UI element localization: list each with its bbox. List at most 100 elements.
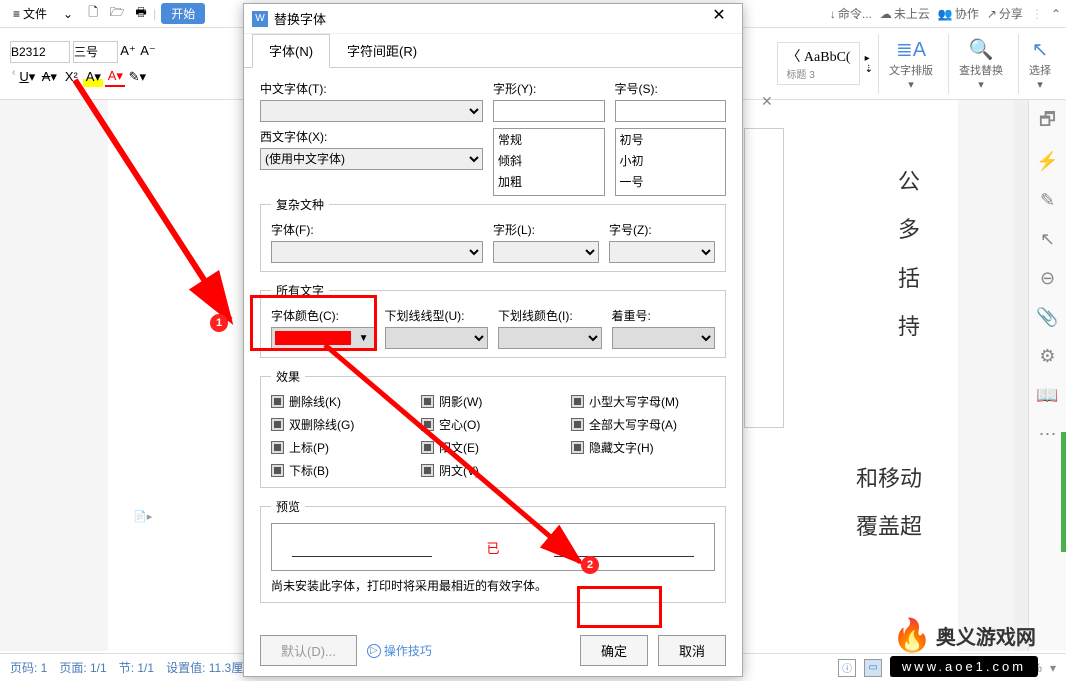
size-input[interactable] xyxy=(615,100,727,122)
color-swatch-red xyxy=(275,331,351,345)
highlight-btn[interactable]: A▾ xyxy=(83,67,103,87)
underline-color-select[interactable] xyxy=(498,327,602,349)
annotation-badge-2: 2 xyxy=(581,556,599,574)
style-input[interactable] xyxy=(493,100,605,122)
page-indicator-icon: 📄▸ xyxy=(133,510,152,523)
superscript-check[interactable]: 上标(P) xyxy=(271,439,415,456)
dialog-w-icon: W xyxy=(252,11,268,27)
font-color-dropdown[interactable]: ▼ xyxy=(271,327,375,349)
style-listbox[interactable]: 常规 倾斜 加粗 xyxy=(493,128,605,196)
coop-btn[interactable]: 👥 协作 xyxy=(938,5,979,22)
strikethrough-check[interactable]: 删除线(K) xyxy=(271,393,415,410)
sidebar-settings-icon[interactable]: ⊖ xyxy=(1036,266,1060,290)
status-page[interactable]: 页面: 1/1 xyxy=(59,659,106,676)
all-caps-check[interactable]: 全部大写字母(A) xyxy=(571,416,715,433)
chinese-font-select[interactable] xyxy=(260,100,483,122)
style-preview[interactable]: 〈 AaBbC( 标题 3 xyxy=(777,42,859,85)
sidebar-app-icon[interactable]: 🗗 xyxy=(1036,110,1060,134)
complex-font-select[interactable] xyxy=(271,241,483,263)
complex-size-label: 字号(Z): xyxy=(609,221,715,238)
status-section[interactable]: 节: 1/1 xyxy=(119,659,154,676)
dialog-titlebar[interactable]: W 替换字体 ✕ xyxy=(244,4,742,34)
doc-line: 多 xyxy=(898,206,920,254)
doc-line: 和移动 xyxy=(856,455,922,503)
print-icon[interactable]: 🖶 xyxy=(131,4,151,24)
flame-icon: 🔥 xyxy=(892,616,932,654)
status-page-num[interactable]: 页码: 1 xyxy=(10,659,47,676)
scrollbar-track[interactable] xyxy=(1014,100,1028,651)
default-button[interactable]: 默认(D)... xyxy=(260,635,357,666)
sidebar-cursor-icon[interactable]: ↖ xyxy=(1036,227,1060,251)
complex-style-label: 字形(L): xyxy=(493,221,599,238)
size-listbox[interactable]: 初号 小初 一号 xyxy=(615,128,727,196)
preview-box: 已 xyxy=(271,523,715,571)
underline-btn[interactable]: U▾ xyxy=(17,67,37,87)
underline-style-label: 下划线线型(U): xyxy=(385,307,489,324)
sidebar-clip-icon[interactable]: 📎 xyxy=(1036,305,1060,329)
emphasis-select[interactable] xyxy=(612,327,716,349)
panel-close-icon[interactable]: ✕ xyxy=(761,93,773,110)
sidebar-pen-icon[interactable]: ✎ xyxy=(1036,188,1060,212)
watermark-logo: 🔥 奥义游戏网 www.aoe1.com xyxy=(864,616,1064,677)
complex-size-select[interactable] xyxy=(609,241,715,263)
status-indent[interactable]: 设置值: 11.3厘米 xyxy=(166,659,255,676)
replace-font-dialog: W 替换字体 ✕ 字体(N) 字符间距(R) 中文字体(T): 字形(Y): 字… xyxy=(243,3,743,677)
font-size-select[interactable] xyxy=(73,41,118,63)
annotation-badge-1: 1 xyxy=(210,314,228,332)
format-painter-icon[interactable]: ✎▾ xyxy=(127,67,147,87)
subscript-check[interactable]: 下标(B) xyxy=(271,462,415,479)
double-strike-check[interactable]: 双删除线(G) xyxy=(271,416,415,433)
shadow-check[interactable]: 阴影(W) xyxy=(421,393,565,410)
dialog-close-btn[interactable]: ✕ xyxy=(704,5,734,33)
preview-hint: 尚未安装此字体，打印时将采用最相近的有效字体。 xyxy=(271,577,715,594)
sidebar-more-icon[interactable]: ⋯ xyxy=(1036,422,1060,446)
chinese-font-label: 中文字体(T): xyxy=(260,80,483,97)
doc-line: 括 xyxy=(898,255,920,303)
cloud-status[interactable]: ☁ 未上云 xyxy=(880,5,930,22)
increase-font-icon[interactable]: A⁺ xyxy=(118,41,138,61)
open-icon[interactable]: 🗁 xyxy=(107,4,127,24)
complex-legend: 复杂文种 xyxy=(271,196,329,213)
status-info-icon[interactable]: ⓘ xyxy=(838,659,856,677)
share-btn[interactable]: ↗ 分享 xyxy=(987,5,1023,22)
underline-style-select[interactable] xyxy=(385,327,489,349)
file-menu[interactable]: 文件 xyxy=(5,3,55,24)
engrave-check[interactable]: 阴文(V) xyxy=(421,462,565,479)
font-color-btn[interactable]: A▾ xyxy=(105,67,125,87)
emphasis-label: 着重号: xyxy=(612,307,716,324)
command-btn[interactable]: ↓ 命令... xyxy=(830,5,872,22)
decrease-font-icon[interactable]: A⁻ xyxy=(138,41,158,61)
collapse-ribbon[interactable]: ⌃ xyxy=(1051,7,1061,21)
hollow-check[interactable]: 空心(O) xyxy=(421,416,565,433)
doc-line: 覆盖超 xyxy=(856,503,922,551)
emboss-check[interactable]: 阳文(E) xyxy=(421,439,565,456)
sidebar-gear-icon[interactable]: ⚙ xyxy=(1036,344,1060,368)
tab-spacing[interactable]: 字符间距(R) xyxy=(330,34,434,67)
font-name-select[interactable] xyxy=(10,41,70,63)
western-font-select[interactable]: (使用中文字体) xyxy=(260,148,483,170)
hidden-check[interactable]: 隐藏文字(H) xyxy=(571,439,715,456)
select-icon[interactable]: ↖ xyxy=(1032,37,1049,62)
tab-start[interactable]: 开始 xyxy=(161,3,205,24)
all-text-legend: 所有文字 xyxy=(271,282,329,299)
find-replace-icon[interactable]: 🔍 xyxy=(969,37,994,62)
new-icon[interactable]: 🗋 xyxy=(83,4,103,24)
strike-btn[interactable]: A▾ xyxy=(39,67,59,87)
text-layout-label: 文字排版 xyxy=(889,62,933,78)
cancel-button[interactable]: 取消 xyxy=(658,635,726,666)
tips-link[interactable]: ▷操作技巧 xyxy=(367,642,432,659)
select-label: 选择 xyxy=(1029,62,1051,78)
ok-button[interactable]: 确定 xyxy=(580,635,648,666)
underline-color-label: 下划线颜色(I): xyxy=(498,307,602,324)
dropdown-caret[interactable]: ⌄ xyxy=(55,5,81,23)
text-layout-icon[interactable]: ≣A xyxy=(896,37,926,62)
small-caps-check[interactable]: 小型大写字母(M) xyxy=(571,393,715,410)
superscript-btn[interactable]: X² xyxy=(61,67,81,87)
complex-style-select[interactable] xyxy=(493,241,599,263)
sidebar-book-icon[interactable]: 📖 xyxy=(1036,383,1060,407)
style-label: 字形(Y): xyxy=(493,80,605,97)
tab-font[interactable]: 字体(N) xyxy=(252,34,330,68)
sidebar-rocket-icon[interactable]: ⚡ xyxy=(1036,149,1060,173)
font-color-label: 字体颜色(C): xyxy=(271,307,375,324)
doc-line: 公 xyxy=(898,158,920,206)
